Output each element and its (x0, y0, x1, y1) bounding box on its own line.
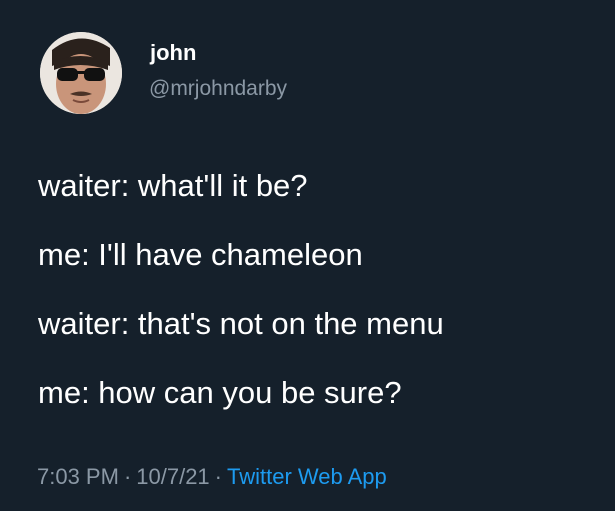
profile-photo-icon (40, 32, 122, 114)
tweet-metadata: 7:03 PM · 10/7/21 · Twitter Web App (37, 464, 387, 490)
tweet-source-link[interactable]: Twitter Web App (227, 464, 387, 489)
tweet-text-line: waiter: that's not on the menu (38, 306, 444, 341)
avatar[interactable] (40, 32, 122, 114)
tweet-text-line: waiter: what'll it be? (38, 168, 308, 203)
tweet-text-line: me: I'll have chameleon (38, 237, 363, 272)
tweet-date[interactable]: 10/7/21 (136, 464, 209, 489)
tweet-card: john @mrjohndarby waiter: what'll it be?… (0, 0, 615, 511)
tweet-time[interactable]: 7:03 PM (37, 464, 119, 489)
tweet-text: waiter: what'll it be? me: I'll have cha… (38, 168, 444, 444)
meta-separator: · (214, 464, 222, 489)
tweet-text-line: me: how can you be sure? (38, 375, 402, 410)
author-display-name[interactable]: john (150, 40, 196, 66)
author-handle[interactable]: @mrjohndarby (149, 76, 287, 102)
meta-separator: · (123, 464, 132, 489)
